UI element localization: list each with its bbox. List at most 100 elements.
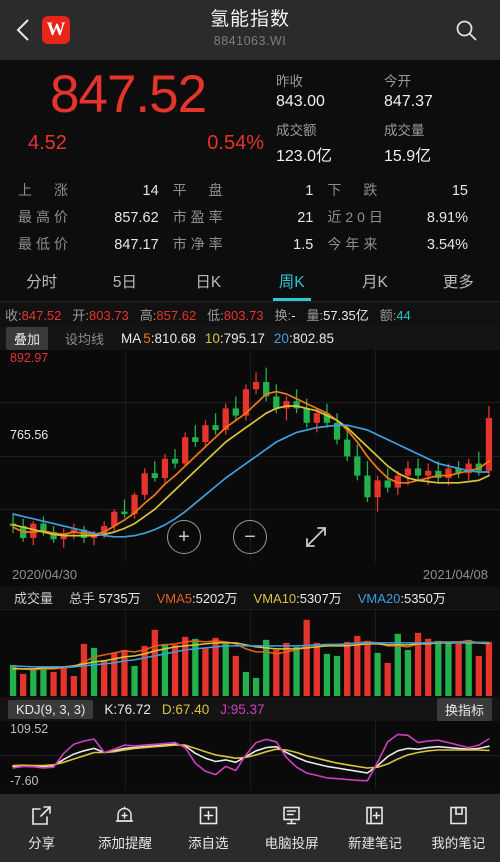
stats-grid: 上 涨 14 平 盘 1 下 跌 15 最高价 857.62 市盈率 21 近2…	[0, 176, 500, 260]
page-title: 氢能指数	[210, 4, 290, 31]
stat-label: 今年来	[327, 234, 381, 254]
ohlc-volume-label: 量:	[307, 308, 324, 323]
back-button[interactable]	[6, 0, 40, 60]
screen-cast-button[interactable]: 电脑投屏	[250, 804, 333, 852]
ma-bar: 叠加 设均线 MA 5:810.68 10:795.17 20:802.85	[0, 326, 500, 350]
kdj-d-value: 67.40	[175, 702, 209, 717]
save-note-icon	[448, 804, 469, 826]
stat-label: 最低价	[18, 234, 72, 254]
quote-panel: 847.52 4.52 0.54% 昨收 843.00 今开 847.37 成交…	[0, 60, 500, 176]
field-label: 今开	[384, 70, 492, 90]
stat-cell: 市盈率 21	[173, 207, 328, 227]
ma5-label: 5	[143, 331, 151, 346]
ohlc-open-label: 开:	[72, 308, 89, 323]
add-alert-button[interactable]: 添加提醒	[83, 804, 166, 852]
volume-canvas	[0, 610, 500, 697]
search-button[interactable]	[448, 0, 484, 60]
volume-title: 成交量	[14, 588, 53, 607]
stat-value: 15	[452, 183, 468, 199]
stat-label: 近20日	[327, 207, 387, 227]
stat-label: 市净率	[173, 234, 227, 254]
volume-header: 成交量 总手 5735万 VMA5:5202万 VMA10:5307万 VMA2…	[0, 586, 500, 609]
vma20-value: :5350万	[400, 591, 446, 606]
tab-fenshi[interactable]: 分时	[0, 260, 83, 301]
tab-monthly-k[interactable]: 月K	[333, 260, 416, 301]
kdj-j-value: 95.37	[231, 702, 265, 717]
kdj-k-value: 76.72	[117, 702, 151, 717]
total-hands-label: 总手	[69, 591, 95, 606]
stat-cell: 最低价 847.17	[18, 234, 173, 254]
ohlc-turnover-label: 换:	[275, 308, 292, 323]
ohlc-readout: 收:847.52 开:803.73 高:857.62 低:803.73 换:- …	[0, 302, 500, 326]
volume-chart[interactable]	[0, 609, 500, 697]
search-icon	[455, 19, 477, 41]
ohlc-high-label: 高:	[140, 308, 157, 323]
stat-label: 下 跌	[327, 180, 381, 200]
ohlc-high-value: 857.62	[156, 308, 196, 323]
last-price: 847.52	[50, 64, 206, 125]
vma5-label: VMA5	[157, 591, 192, 606]
stat-cell: 最高价 857.62	[18, 207, 173, 227]
ohlc-low-value: 803.73	[224, 308, 264, 323]
ma-prefix: MA	[121, 331, 141, 346]
kdj-chart[interactable]: 109.52 -7.60	[0, 721, 500, 789]
zoom-in-button[interactable]: +	[167, 520, 201, 554]
field-label: 成交额	[276, 119, 384, 139]
ohlc-amount-value: 44	[396, 308, 410, 323]
kdj-axis-max: 109.52	[10, 722, 48, 736]
add-watchlist-button[interactable]: 添自选	[167, 804, 250, 852]
candlestick-chart[interactable]: 892.97 765.56 + −	[0, 350, 500, 562]
zoom-out-button[interactable]: −	[233, 520, 267, 554]
add-watchlist-label: 添自选	[188, 832, 229, 852]
tab-weekly-k[interactable]: 周K	[250, 260, 333, 301]
tab-daily-k[interactable]: 日K	[167, 260, 250, 301]
price-axis-mid: 765.56	[10, 428, 48, 442]
switch-indicator-button[interactable]: 换指标	[437, 698, 492, 721]
stat-value: 14	[143, 183, 159, 199]
my-notes-button[interactable]: 我的笔记	[417, 804, 500, 852]
vma5-value: :5202万	[192, 591, 238, 606]
set-ma-button[interactable]: 设均线	[57, 327, 112, 350]
note-plus-icon	[364, 804, 385, 826]
kdj-name[interactable]: KDJ(9, 3, 3)	[8, 700, 93, 719]
quote-field: 今开 847.37	[384, 70, 492, 111]
square-plus-icon	[198, 804, 219, 826]
ma5-value: :810.68	[151, 331, 196, 346]
field-value: 843.00	[276, 93, 384, 111]
quote-field: 昨收 843.00	[276, 70, 384, 111]
ohlc-turnover-value: -	[291, 308, 295, 323]
screen-cast-label: 电脑投屏	[265, 832, 319, 852]
date-range-row: 2020/04/30 2021/04/08	[0, 562, 500, 586]
expand-arrows-icon	[303, 524, 329, 550]
stat-label: 平 盘	[173, 180, 227, 200]
kdj-k-label: K:	[104, 702, 117, 717]
date-start: 2020/04/30	[12, 567, 77, 582]
tab-more[interactable]: 更多	[417, 260, 500, 301]
instrument-code: 8841063.WI	[214, 34, 286, 48]
stat-cell: 上 涨 14	[18, 180, 173, 200]
share-label: 分享	[28, 832, 55, 852]
field-label: 成交量	[384, 119, 492, 139]
kdj-axis-min: -7.60	[10, 774, 39, 788]
period-tabs: 分时 5日 日K 周K 月K 更多	[0, 260, 500, 302]
price-axis-max: 892.97	[10, 351, 48, 365]
ohlc-low-label: 低:	[207, 308, 224, 323]
ma10-label: 10	[205, 331, 220, 346]
app-screen: W 氢能指数 8841063.WI 847.52 4.52 0.54% 昨收 8…	[0, 0, 500, 862]
stat-cell: 近20日 8.91%	[327, 207, 482, 227]
ohlc-amount-label: 额:	[380, 308, 397, 323]
fullscreen-button[interactable]	[299, 520, 333, 554]
new-note-button[interactable]: 新建笔记	[333, 804, 416, 852]
kdj-canvas	[0, 721, 500, 789]
tab-5day[interactable]: 5日	[83, 260, 166, 301]
change-absolute: 4.52	[28, 132, 67, 155]
overlay-button[interactable]: 叠加	[6, 327, 48, 350]
chevron-left-icon	[16, 18, 30, 42]
stat-value: 1.5	[293, 237, 313, 253]
share-button[interactable]: 分享	[0, 804, 83, 852]
stat-cell: 平 盘 1	[173, 180, 328, 200]
vma10-label: VMA10	[254, 591, 297, 606]
wind-logo: W	[42, 16, 70, 44]
app-header: W 氢能指数 8841063.WI	[0, 0, 500, 60]
ma10-value: :795.17	[220, 331, 265, 346]
